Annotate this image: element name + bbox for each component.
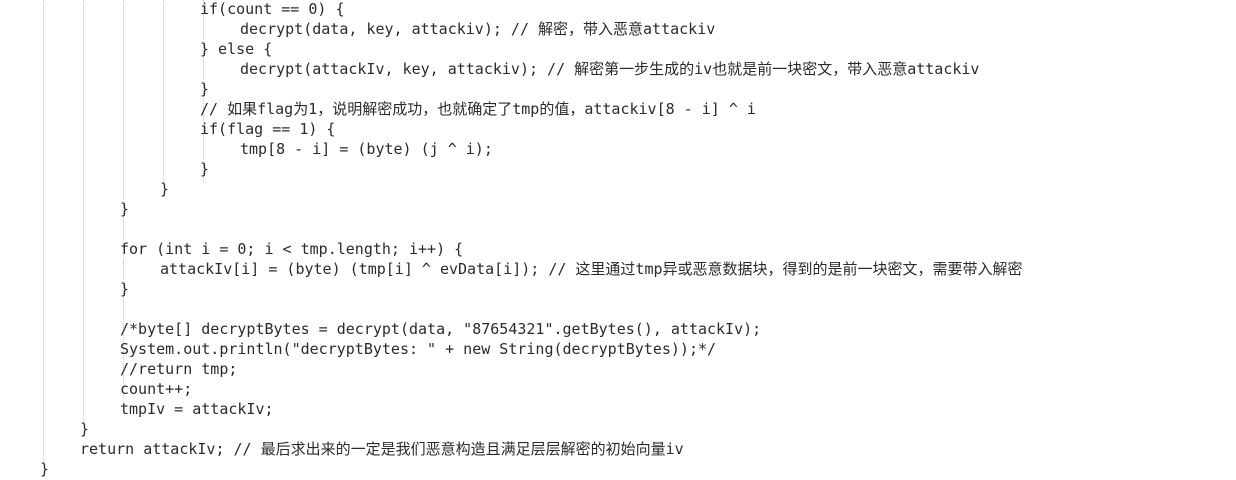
code-line: }: [200, 80, 210, 98]
code-line: return attackIv; // 最后求出来的一定是我们恶意构造且满足层层…: [80, 440, 684, 458]
code-line: decrypt(data, key, attackiv); // 解密，带入恶意…: [240, 20, 716, 38]
code-line: decrypt(attackIv, key, attackiv); // 解密第…: [240, 60, 980, 78]
code-line: attackIv[i] = (byte) (tmp[i] ^ evData[i]…: [160, 260, 1023, 278]
code-line: for (int i = 0; i < tmp.length; i++) {: [120, 240, 464, 258]
code-line: tmpIv = attackIv;: [120, 400, 274, 418]
code-line: count++;: [120, 380, 193, 398]
code-line: if(flag == 1) {: [200, 120, 336, 138]
code-line: if(count == 0) {: [200, 0, 345, 18]
code-line: }: [120, 200, 130, 218]
code-editor[interactable]: if(count == 0) { decrypt(data, key, attac…: [0, 0, 1236, 480]
code-line: //return tmp;: [120, 360, 238, 378]
code-line: }: [80, 420, 90, 438]
code-line: /*byte[] decryptBytes = decrypt(data, "8…: [120, 320, 762, 338]
indent-guide: [83, 0, 84, 422]
code-line: }: [160, 180, 170, 198]
code-line: // 如果flag为1，说明解密成功，也就确定了tmp的值，attackiv[8…: [200, 100, 756, 118]
code-line: } else {: [200, 40, 273, 58]
code-line: }: [120, 280, 130, 298]
indent-guide: [163, 0, 164, 182]
code-line: }: [200, 160, 210, 178]
code-line: }: [40, 460, 50, 478]
code-line: tmp[8 - i] = (byte) (j ^ i);: [240, 140, 493, 158]
code-line: System.out.println("decryptBytes: " + ne…: [120, 340, 717, 358]
indent-guide: [43, 0, 44, 462]
